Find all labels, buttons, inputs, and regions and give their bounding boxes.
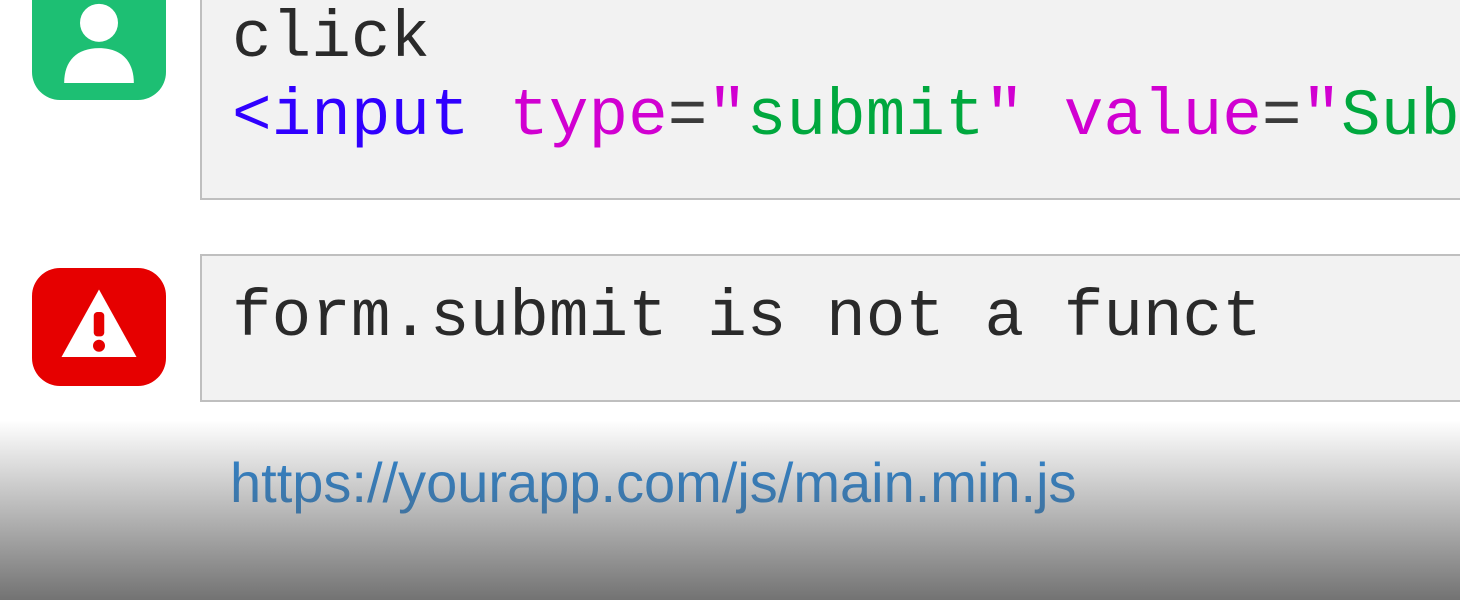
- action-code-block: click <input type="submit" value="Sub: [200, 0, 1460, 200]
- code-q1a: ": [707, 79, 747, 154]
- error-message-text: form.submit is not a funct: [232, 279, 1262, 357]
- user-icon: [32, 0, 166, 100]
- error-message-block: form.submit is not a funct: [200, 254, 1460, 402]
- code-q2a: ": [1301, 79, 1341, 154]
- code-eq1: =: [668, 79, 708, 154]
- warning-icon: [32, 268, 166, 386]
- code-eq2: =: [1262, 79, 1302, 154]
- code-val-value: Sub: [1341, 79, 1460, 154]
- source-url-link[interactable]: https://yourapp.com/js/main.min.js: [230, 450, 1077, 515]
- code-space: [470, 79, 510, 154]
- code-attr-type: type: [509, 79, 667, 154]
- code-val-type: submit: [747, 79, 985, 154]
- action-html-line: <input type="submit" value="Sub: [232, 78, 1430, 156]
- code-token-open: <: [232, 79, 272, 154]
- code-token-tag: input: [272, 79, 470, 154]
- code-q1b: ": [985, 79, 1025, 154]
- code-attr-value: value: [1064, 79, 1262, 154]
- action-word: click: [232, 0, 1430, 78]
- code-space2: [1024, 79, 1064, 154]
